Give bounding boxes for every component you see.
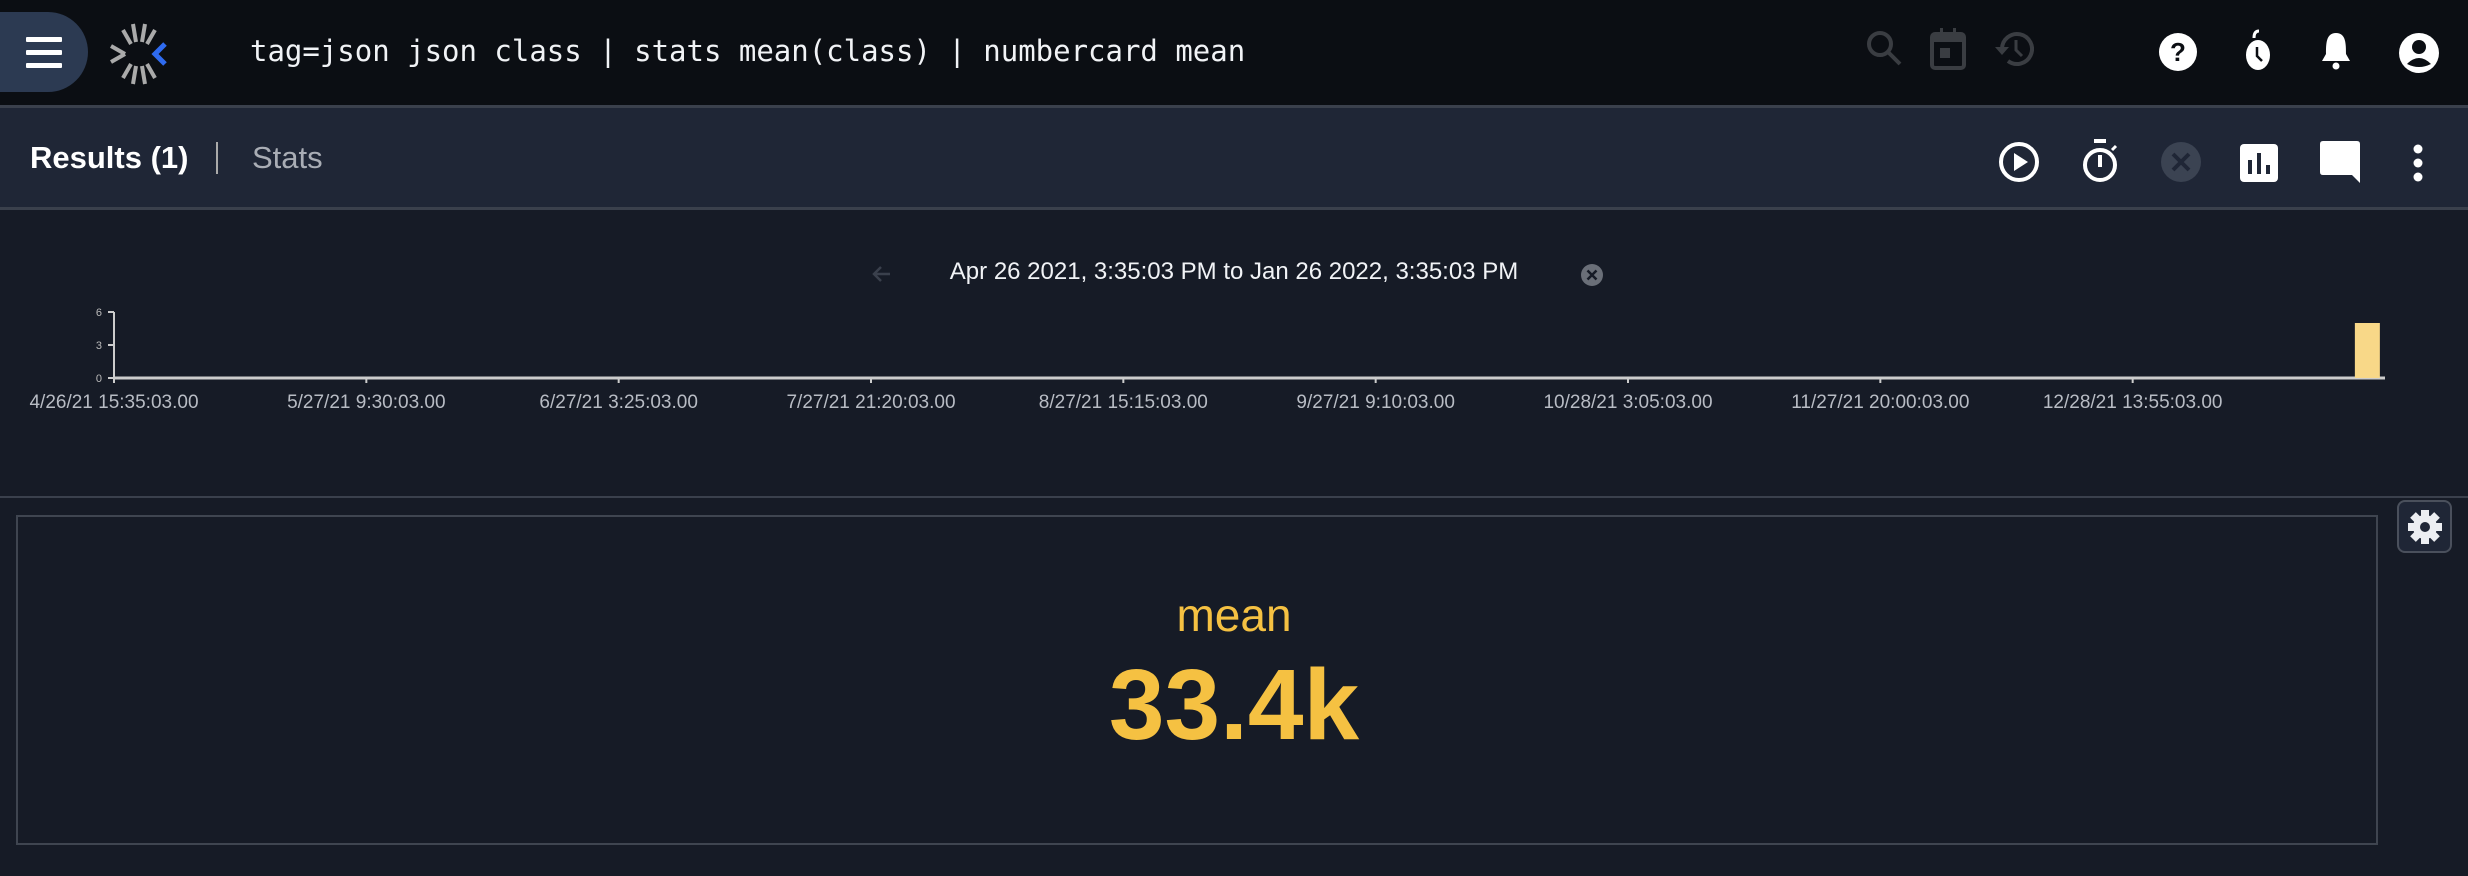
x-tick-label: 10/28/21 3:05:03.00	[1543, 392, 1712, 413]
cancel-icon	[2161, 142, 2201, 182]
y-tick-label: 6	[96, 307, 102, 319]
more-options-button[interactable]	[2412, 144, 2424, 182]
menu-icon	[26, 37, 62, 68]
timeline-histogram[interactable]: 0 3 6 4/26/21 15:35:03.00 5/27/21 9:30:03.00…	[0, 290, 2468, 430]
history-button[interactable]	[1994, 30, 2034, 68]
help-icon: ?	[2159, 33, 2197, 71]
close-circle-icon	[1581, 264, 1603, 286]
notifications-button[interactable]	[2320, 30, 2352, 72]
timer-button[interactable]	[2244, 28, 2274, 72]
gear-icon	[2407, 509, 2442, 544]
menu-button[interactable]	[0, 12, 88, 92]
x-tick-label: 12/28/21 13:55:03.00	[2043, 392, 2223, 413]
top-bar: tag=json json class | stats mean(class) …	[0, 0, 2468, 108]
tab-stats[interactable]: Stats	[252, 140, 323, 176]
x-tick-label: 7/27/21 21:20:03.00	[786, 392, 955, 413]
logo-icon	[110, 23, 167, 85]
histogram-bar	[2354, 323, 2380, 378]
query-input[interactable]: tag=json json class | stats mean(class) …	[250, 34, 1245, 68]
time-range: Apr 26 2021, 3:35:03 PM to Jan 26 2022, …	[949, 258, 1519, 285]
x-tick-label: 6/27/21 3:25:03.00	[539, 392, 697, 413]
x-tick-label: 4/26/21 15:35:03.00	[29, 392, 198, 413]
account-button[interactable]	[2398, 32, 2440, 74]
x-tick-label: 9/27/21 9:10:03.00	[1296, 392, 1454, 413]
settings-button[interactable]	[2397, 500, 2452, 553]
timer-icon	[2246, 29, 2270, 70]
search-button[interactable]	[1864, 28, 1904, 68]
comment-icon	[2320, 141, 2360, 183]
help-button[interactable]: ?	[2158, 32, 2198, 72]
x-tick-label: 11/27/21 20:00:03.00	[1791, 392, 1969, 413]
cancel-button[interactable]	[2160, 141, 2202, 183]
number-card-value: 33.4k	[1108, 649, 1360, 761]
x-tick-label: 5/27/21 9:30:03.00	[287, 392, 445, 413]
x-tick-label: 8/27/21 15:15:03.00	[1039, 392, 1208, 413]
calendar-icon	[1930, 28, 1966, 70]
clear-range-button[interactable]	[1580, 263, 1604, 287]
stopwatch-icon	[2083, 139, 2118, 182]
divider	[0, 496, 2468, 498]
stopwatch-button[interactable]	[2080, 138, 2120, 184]
y-tick-label: 3	[96, 340, 102, 352]
search-icon	[1867, 31, 1902, 66]
play-icon	[1999, 142, 2039, 182]
history-icon	[1995, 32, 2034, 66]
more-vert-icon	[2413, 144, 2423, 182]
chart-button[interactable]	[2240, 144, 2278, 182]
tab-separator	[216, 142, 218, 174]
calendar-button[interactable]	[1930, 28, 1966, 70]
svg-text:?: ?	[2170, 37, 2186, 67]
run-button[interactable]	[1998, 141, 2040, 183]
chart-icon	[2240, 144, 2278, 182]
bell-icon	[2322, 33, 2350, 70]
y-tick-label: 0	[96, 373, 102, 385]
number-card-label: mean	[1176, 589, 1292, 641]
comment-button[interactable]	[2320, 141, 2362, 183]
tab-results[interactable]: Results (1)	[30, 140, 188, 176]
account-icon	[2399, 33, 2439, 73]
